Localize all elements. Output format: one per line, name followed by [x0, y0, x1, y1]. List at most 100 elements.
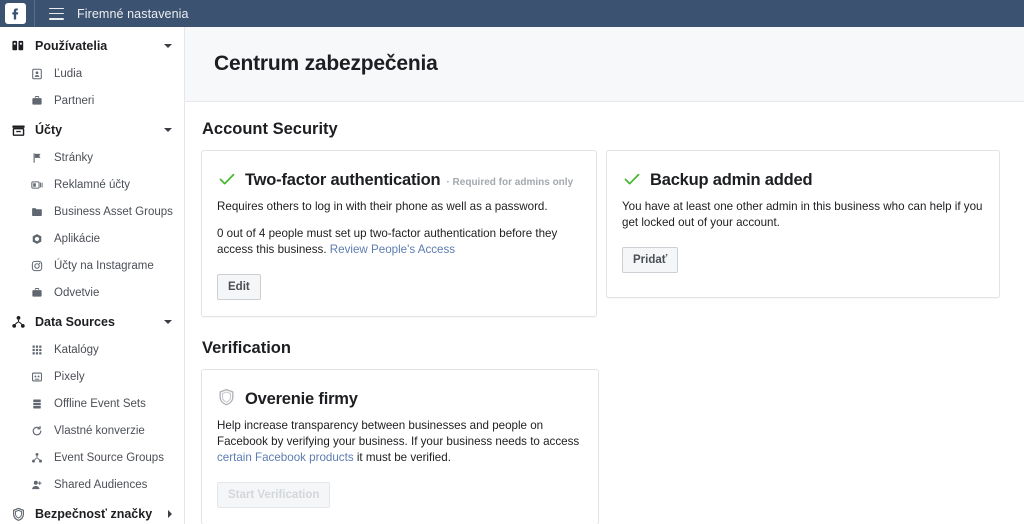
ad-account-icon	[30, 178, 44, 192]
verification-description: Help increase transparency between busin…	[217, 418, 582, 466]
backup-admin-card: Backup admin added You have at least one…	[606, 150, 1000, 298]
sidebar-item-ucty-na-instagrame[interactable]: Účty na Instagrame	[0, 252, 184, 279]
app-shell: Používatelia Ľudia Partneri Účty Stránky…	[0, 27, 1024, 524]
briefcase-icon	[30, 94, 44, 108]
sidebar-item-offline-event-sets[interactable]: Offline Event Sets	[0, 390, 184, 417]
refresh-icon	[30, 424, 44, 438]
event-source-icon	[30, 451, 44, 465]
card-body: Help increase transparency between busin…	[217, 418, 582, 466]
sidebar-item-partneri[interactable]: Partneri	[0, 87, 184, 114]
chevron-down-icon[interactable]	[164, 128, 172, 132]
sidebar-item-label: Stránky	[54, 151, 93, 164]
sidebar-group-data-sources[interactable]: Data Sources	[0, 308, 184, 336]
chevron-down-icon[interactable]	[164, 320, 172, 324]
sidebar-group-ucty[interactable]: Účty	[0, 116, 184, 144]
tfa-description-2: 0 out of 4 people must set up two-factor…	[217, 226, 580, 258]
accounts-box-icon	[10, 122, 27, 139]
sidebar-item-odvetvie[interactable]: Odvetvie	[0, 279, 184, 306]
sidebar-item-vlastne-konverzie[interactable]: Vlastné konverzie	[0, 417, 184, 444]
verification-description-before: Help increase transparency between busin…	[217, 418, 580, 448]
shield-icon	[10, 506, 27, 523]
sidebar-item-aplikacie[interactable]: Aplikácie	[0, 225, 184, 252]
section-title-verification: Verification	[202, 338, 291, 357]
review-peoples-access-link[interactable]: Review People's Access	[330, 243, 455, 256]
sidebar-group-pouzivatelia[interactable]: Používatelia	[0, 32, 184, 60]
content-area: Account Security Two-factor authenticati…	[185, 102, 1024, 524]
sidebar-item-event-source-groups[interactable]: Event Source Groups	[0, 444, 184, 471]
hamburger-menu-icon[interactable]	[49, 7, 64, 20]
tfa-description-1: Requires others to log in with their pho…	[217, 199, 548, 213]
card-body: You have at least one other admin in thi…	[622, 199, 983, 231]
pridat-button[interactable]: Pridať	[622, 246, 679, 273]
briefcase-icon	[30, 286, 44, 300]
edit-button[interactable]: Edit	[217, 273, 261, 300]
app-cube-icon	[30, 232, 44, 246]
account-security-card-row: Two-factor authentication · Required for…	[201, 150, 1000, 317]
sidebar-item-ludia[interactable]: Ľudia	[0, 60, 184, 87]
card-title: Overenie firmy	[245, 389, 358, 408]
sidebar-item-label: Katalógy	[54, 343, 99, 356]
start-verification-button[interactable]: Start Verification	[217, 481, 331, 508]
green-check-icon	[217, 169, 236, 188]
card-header: Two-factor authentication · Required for…	[217, 166, 580, 190]
sidebar-item-stranky[interactable]: Stránky	[0, 144, 184, 171]
sidebar-item-label: Offline Event Sets	[54, 397, 146, 410]
sidebar-item-label: Pixely	[54, 370, 85, 383]
main-content: Centrum zabezpečenia Account Security Tw…	[185, 27, 1024, 524]
topbar-title: Firemné nastavenia	[77, 6, 189, 21]
sidebar-item-label: Vlastné konverzie	[54, 424, 145, 437]
backup-admin-description: You have at least one other admin in thi…	[622, 199, 983, 229]
users-icon	[10, 38, 27, 55]
chevron-right-icon[interactable]	[168, 510, 172, 518]
sidebar-item-label: Ľudia	[54, 67, 83, 80]
flag-icon	[30, 151, 44, 165]
certain-facebook-products-link[interactable]: certain Facebook products	[217, 451, 354, 464]
verification-card-row: Overenie firmy Help increase transparenc…	[201, 368, 1000, 524]
card-header: Overenie firmy	[217, 385, 582, 409]
chevron-down-icon[interactable]	[164, 44, 172, 48]
sidebar-group-label: Bezpečnosť značky	[35, 507, 153, 521]
sidebar-item-shared-audiences[interactable]: Shared Audiences	[0, 471, 184, 498]
sidebar-item-pixely[interactable]: Pixely	[0, 363, 184, 390]
page-header: Centrum zabezpečenia	[185, 27, 1024, 102]
two-factor-authentication-card: Two-factor authentication · Required for…	[201, 150, 597, 317]
card-title: Two-factor authentication	[245, 170, 441, 189]
card-subtitle-required-badge: · Required for admins only	[446, 176, 574, 188]
sidebar-item-label: Účty na Instagrame	[54, 259, 154, 272]
section-title-account-security: Account Security	[202, 120, 338, 138]
sidebar-item-label: Shared Audiences	[54, 478, 148, 491]
data-sources-icon	[10, 314, 27, 331]
stack-icon	[30, 397, 44, 411]
card-title: Backup admin added	[650, 170, 813, 189]
instagram-icon	[30, 259, 44, 273]
card-header: Backup admin added	[622, 166, 983, 190]
sidebar-item-label: Reklamné účty	[54, 178, 131, 191]
card-body: Requires others to log in with their pho…	[217, 199, 580, 258]
business-verification-card: Overenie firmy Help increase transparenc…	[201, 368, 599, 524]
sidebar-item-label: Aplikácie	[54, 232, 101, 245]
person-badge-icon	[30, 67, 44, 81]
topbar-divider	[34, 0, 35, 27]
sidebar-item-business-asset-groups[interactable]: Business Asset Groups	[0, 198, 184, 225]
pixel-icon	[30, 370, 44, 384]
sidebar-navigation[interactable]: Používatelia Ľudia Partneri Účty Stránky…	[0, 27, 185, 524]
folder-icon	[30, 205, 44, 219]
verification-description-after: it must be verified.	[353, 450, 451, 464]
grid-icon	[30, 343, 44, 357]
top-navigation-bar: Firemné nastavenia	[0, 0, 1024, 27]
page-title: Centrum zabezpečenia	[214, 52, 438, 75]
green-check-icon	[622, 169, 641, 188]
sidebar-group-label: Data Sources	[35, 315, 115, 329]
sidebar-item-katalogy[interactable]: Katalógy	[0, 336, 184, 363]
sidebar-item-label: Business Asset Groups	[54, 205, 173, 218]
sidebar-item-label: Partneri	[54, 94, 95, 107]
sidebar-group-bezpecnost-znacky[interactable]: Bezpečnosť značky	[0, 500, 184, 524]
facebook-logo-icon[interactable]	[5, 3, 26, 24]
sidebar-item-reklamne-ucty[interactable]: Reklamné účty	[0, 171, 184, 198]
sidebar-item-label: Event Source Groups	[54, 451, 164, 464]
shield-outline-icon	[217, 388, 236, 407]
shared-audience-icon	[30, 478, 44, 492]
sidebar-group-label: Účty	[35, 123, 63, 137]
sidebar-item-label: Odvetvie	[54, 286, 100, 299]
sidebar-group-label: Používatelia	[35, 39, 108, 53]
